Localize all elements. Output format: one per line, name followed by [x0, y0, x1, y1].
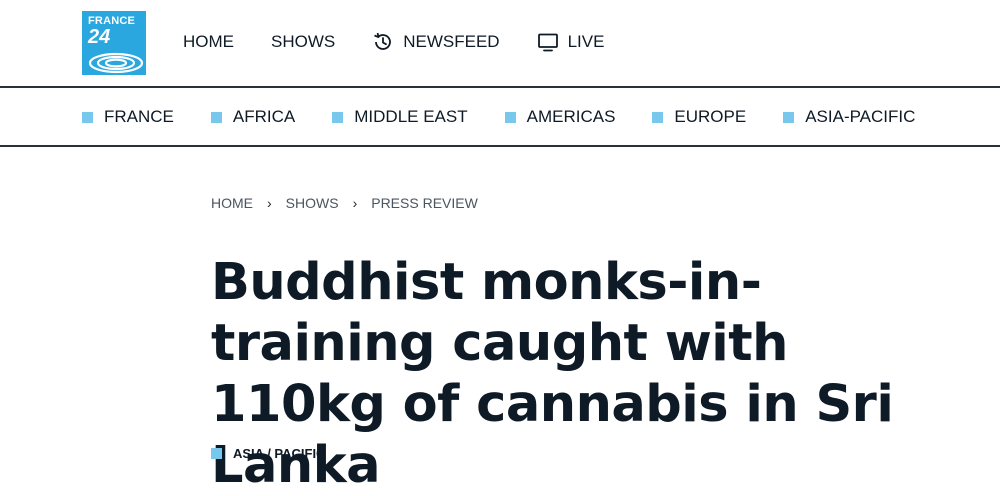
- region-nav: FRANCE AFRICA MIDDLE EAST AMERICAS EUROP…: [82, 105, 952, 129]
- breadcrumb-press-review[interactable]: PRESS REVIEW: [371, 195, 478, 211]
- region-bullet-icon: [332, 111, 344, 123]
- category-label: ASIA / PACIFIC: [233, 446, 326, 461]
- region-bullet-icon: [210, 111, 222, 123]
- breadcrumb: HOME › SHOWS › PRESS REVIEW: [211, 195, 478, 211]
- region-label: AFRICA: [232, 107, 296, 126]
- region-europe[interactable]: EUROPE: [652, 107, 746, 127]
- chevron-right-icon: ›: [352, 195, 358, 211]
- region-bullet-icon: [504, 111, 516, 123]
- nav-shows[interactable]: SHOWS: [271, 32, 335, 52]
- region-asia-pacific[interactable]: ASIA-PACIFIC: [783, 107, 915, 127]
- article-category-tag[interactable]: ASIA / PACIFIC: [211, 446, 325, 461]
- breadcrumb-shows[interactable]: SHOWS: [286, 195, 339, 211]
- region-label: MIDDLE EAST: [354, 107, 468, 126]
- region-france[interactable]: FRANCE: [82, 107, 174, 127]
- chevron-right-icon: ›: [267, 195, 272, 211]
- top-header: FRANCE 24 HOME SHOWS NEWSFEED LIVE: [0, 0, 1000, 86]
- nav-newsfeed-label: NEWSFEED: [403, 32, 500, 51]
- nav-shows-label: SHOWS: [271, 32, 336, 51]
- header-divider: [0, 86, 1000, 88]
- region-label: FRANCE: [104, 107, 174, 126]
- region-bullet-icon: [652, 111, 664, 123]
- logo-text-24: 24: [88, 26, 111, 48]
- tv-icon: [537, 33, 558, 52]
- region-label: ASIA-PACIFIC: [805, 107, 916, 126]
- history-icon: [374, 32, 392, 50]
- region-label: EUROPE: [674, 107, 747, 126]
- region-nav-divider: [0, 145, 1000, 147]
- region-middle-east[interactable]: MIDDLE EAST: [332, 107, 468, 127]
- region-africa[interactable]: AFRICA: [210, 107, 296, 127]
- breadcrumb-home[interactable]: HOME: [211, 195, 253, 211]
- nav-home[interactable]: HOME: [183, 32, 234, 52]
- nav-newsfeed[interactable]: NEWSFEED: [372, 31, 500, 53]
- region-americas[interactable]: AMERICAS: [504, 107, 616, 127]
- region-bullet-icon: [783, 111, 795, 123]
- france24-logo[interactable]: FRANCE 24: [82, 11, 146, 75]
- main-nav: HOME SHOWS NEWSFEED LIVE: [183, 30, 641, 54]
- nav-live-label: LIVE: [567, 32, 605, 51]
- nav-live[interactable]: LIVE: [537, 31, 605, 53]
- nav-home-label: HOME: [183, 32, 234, 51]
- region-label: AMERICAS: [526, 107, 616, 126]
- region-bullet-icon: [82, 111, 93, 123]
- category-bullet-icon: [211, 448, 222, 459]
